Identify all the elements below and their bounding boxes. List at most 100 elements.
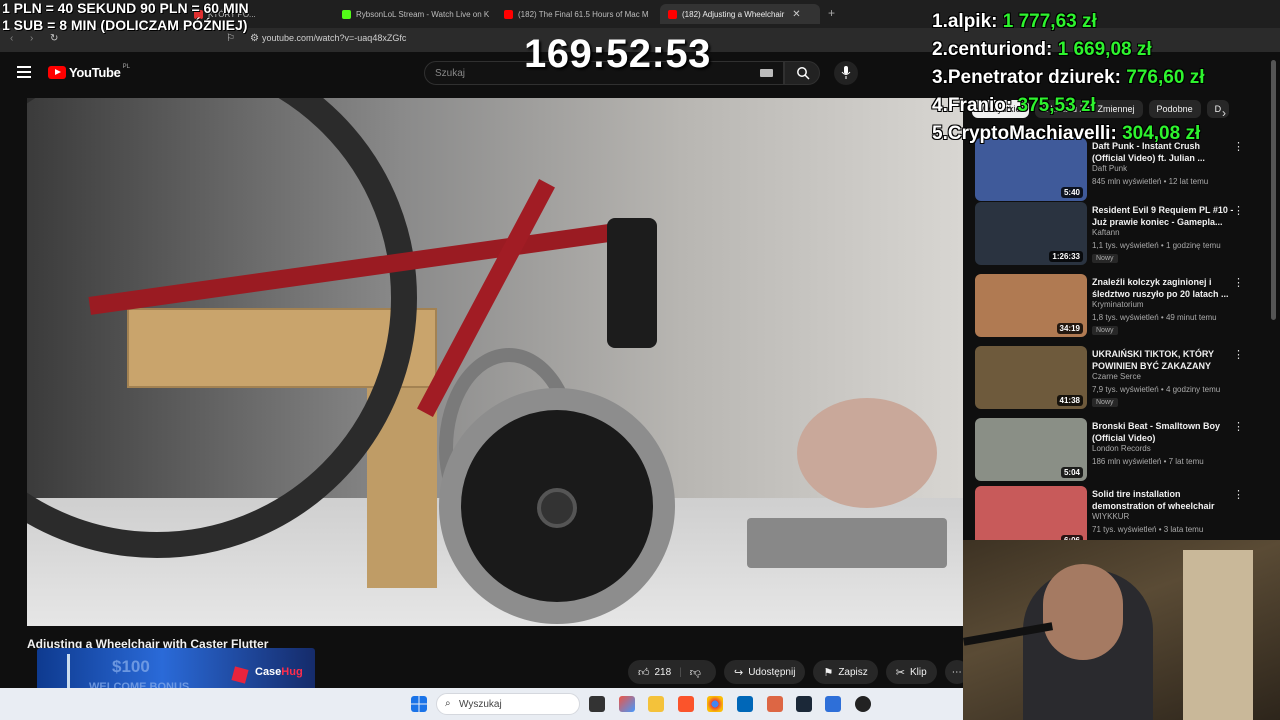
store-icon[interactable] [737, 696, 753, 712]
steam-icon[interactable] [796, 696, 812, 712]
save-button[interactable]: ⚑ Zapisz [813, 660, 878, 684]
recommendation-title[interactable]: Bronski Beat - Smalltown Boy (Official V… [1092, 420, 1234, 444]
recommendation-channel[interactable]: Czarne Serce [1092, 372, 1141, 381]
recommendation-meta: 845 mln wyświetleń • 12 lat temu [1092, 177, 1209, 186]
recommendation-channel[interactable]: WIYKKUR [1092, 512, 1129, 521]
forward-icon[interactable]: › [30, 33, 33, 44]
recommendation-item[interactable]: 5:04 Bronski Beat - Smalltown Boy (Offici… [975, 418, 1265, 482]
browser-tab-active[interactable]: (182) Adjusting a Wheelchair ✕ [660, 4, 820, 24]
sidebar-scrollbar[interactable] [1271, 60, 1276, 320]
more-options-icon[interactable]: ⋮ [1233, 140, 1244, 153]
video-thumbnail[interactable]: 1:26:33 [975, 202, 1087, 265]
tab-label: (182) Adjusting a Wheelchair [682, 9, 785, 19]
keyboard-icon[interactable] [760, 69, 773, 77]
more-options-icon[interactable]: ⋮ [1233, 488, 1244, 501]
recommendation-item[interactable]: 41:38 UKRAIŃSKI TIKTOK, KTÓRY POWINIEN BY… [975, 346, 1265, 410]
video-duration: 1:26:33 [1049, 251, 1083, 262]
youtube-favicon-icon [504, 9, 513, 19]
notepad-icon[interactable] [825, 696, 841, 712]
video-thumbnail[interactable]: 5:04 [975, 418, 1087, 481]
windows-taskbar: ⌕ Wyszukaj [0, 688, 963, 720]
video-duration: 41:38 [1056, 395, 1083, 406]
thumbs-down-icon[interactable]: 👎︎ [690, 666, 701, 679]
recommendation-channel[interactable]: Kaftann [1092, 228, 1120, 237]
bookmark-add-icon: ⚑ [823, 666, 834, 679]
menu-icon[interactable] [17, 66, 31, 78]
recommendation-title[interactable]: UKRAIŃSKI TIKTOK, KTÓRY POWINIEN BYĆ ZAK… [1092, 348, 1234, 372]
video-actions: 👍︎ 218 | 👎︎ ↪ Udostępnij ⚑ Zapisz ✂ Klip… [628, 660, 969, 684]
recommendation-channel[interactable]: Daft Punk [1092, 164, 1127, 173]
site-info-icon[interactable]: ⚙ [250, 33, 259, 44]
promo-brand: CaseHug [255, 666, 303, 678]
app-icon[interactable] [767, 696, 783, 712]
kick-favicon-icon [342, 9, 351, 19]
voice-search-button[interactable] [834, 61, 858, 85]
youtube-favicon-icon [668, 9, 677, 19]
more-options-icon[interactable]: ⋮ [1233, 276, 1244, 289]
video-duration: 34:19 [1056, 323, 1083, 334]
clip-button[interactable]: ✂ Klip [885, 660, 937, 684]
taskbar-search-label: Wyszukaj [459, 699, 502, 710]
copilot-icon[interactable] [619, 696, 635, 712]
video-player[interactable] [27, 98, 963, 626]
thumbs-up-icon: 👍︎ [638, 666, 650, 679]
recommendation-channel[interactable]: Kryminatorium [1092, 300, 1144, 309]
video-thumbnail[interactable]: 34:19 [975, 274, 1087, 337]
leaderboard-row: 3.Penetrator dziurek: 776,60 zł [932, 64, 1204, 92]
leaderboard-amount: 304,08 zł [1122, 123, 1201, 144]
leaderboard-rank: 5. [932, 123, 948, 144]
file-explorer-icon[interactable] [648, 696, 664, 712]
close-tab-icon[interactable]: ✕ [792, 9, 800, 20]
country-code: PL [122, 63, 130, 70]
leaderboard-amount: 1 777,63 zł [1002, 11, 1097, 32]
leaderboard-amount: 1 669,08 zł [1057, 39, 1152, 60]
recommendation-item[interactable]: 34:19 Znaleźli kolczyk zaginionej i śledz… [975, 274, 1265, 338]
new-badge: Nowy [1092, 398, 1118, 407]
sword-icon [67, 654, 70, 690]
share-button[interactable]: ↪ Udostępnij [723, 660, 806, 684]
recommendation-item[interactable]: 1:26:33 Resident Evil 9 Requiem PL #10 - … [975, 202, 1265, 266]
search-button[interactable] [784, 61, 820, 85]
obs-icon[interactable] [855, 696, 871, 712]
like-button[interactable]: 👍︎ 218 | 👎︎ [628, 660, 716, 684]
windows-start-icon[interactable] [411, 696, 427, 712]
brave-icon[interactable] [678, 696, 694, 712]
clip-label: Klip [910, 666, 927, 678]
chevron-right-icon[interactable]: › [1222, 106, 1226, 120]
recommendation-title[interactable]: Znaleźli kolczyk zaginionej i śledztwo r… [1092, 276, 1234, 300]
like-count: 218 [654, 666, 672, 678]
reload-icon[interactable]: ↻ [50, 33, 58, 44]
recommendation-channel[interactable]: London Records [1092, 444, 1151, 453]
recommendation-meta: 1,8 tys. wyświetleń • 49 minut temu [1092, 313, 1217, 322]
more-options-icon[interactable]: ⋮ [1233, 348, 1244, 361]
leaderboard-row: 4.Franio: 375,53 zł [932, 92, 1204, 120]
recommendation-title[interactable]: Resident Evil 9 Requiem PL #10 - Już pra… [1092, 204, 1234, 228]
search-icon [797, 67, 810, 80]
logo-text: YouTube [69, 65, 121, 80]
brand-part-a: Case [255, 666, 282, 678]
more-options-icon[interactable]: ⋮ [1233, 204, 1244, 217]
recommendation-meta: 1,1 tys. wyświetleń • 1 godzinę temu [1092, 241, 1221, 250]
browser-tab[interactable]: (182) The Final 61.5 Hours of Mac M [496, 4, 658, 24]
search-icon: ⌕ [445, 698, 451, 709]
recommendation-meta: 71 tys. wyświetleń • 3 lata temu [1092, 525, 1204, 534]
donation-leaderboard: 1.alpik: 1 777,63 zł 2.centuriond: 1 669,… [932, 8, 1204, 148]
bookmark-icon[interactable]: ⚐ [226, 33, 235, 44]
taskbar-search[interactable]: ⌕ Wyszukaj [436, 693, 580, 715]
recommendation-title[interactable]: Solid tire installation demonstration of… [1092, 488, 1234, 512]
rules-line: 1 SUB = 8 MIN (DOLICZAM PÓŹNIEJ) [2, 17, 248, 33]
leaderboard-row: 5.CryptoMachiavelli: 304,08 zł [932, 120, 1204, 148]
more-options-icon[interactable]: ⋮ [1233, 420, 1244, 433]
new-tab-icon[interactable]: + [828, 6, 835, 20]
video-thumbnail[interactable]: 41:38 [975, 346, 1087, 409]
task-view-icon[interactable] [589, 696, 605, 712]
leaderboard-name: Penetrator dziurek: [947, 67, 1122, 88]
share-icon: ↪ [733, 666, 744, 679]
chrome-icon[interactable] [707, 696, 723, 712]
search-placeholder: Szukaj [435, 68, 466, 79]
video-caster-fork [607, 218, 657, 348]
save-label: Zapisz [838, 666, 868, 678]
youtube-logo[interactable]: YouTube PL [48, 63, 130, 80]
back-icon[interactable]: ‹ [10, 33, 13, 44]
browser-tab[interactable]: RybsonLoL Stream - Watch Live on K [334, 4, 496, 24]
